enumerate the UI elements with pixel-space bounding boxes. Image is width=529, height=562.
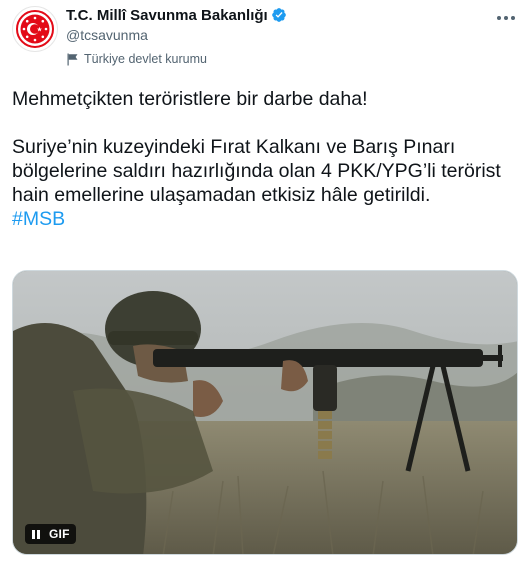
verified-badge-icon (271, 7, 287, 23)
gif-badge: GIF (49, 527, 70, 541)
affiliation-label-text: Türkiye devlet kurumu (84, 52, 207, 66)
soldier-machine-gun-image (13, 271, 517, 554)
media-controls: GIF (25, 524, 76, 544)
tweet-media-gif[interactable]: GIF (12, 270, 518, 555)
tweet-text: Mehmetçikten teröristlere bir darbe daha… (12, 87, 517, 231)
name-row: T.C. Millî Savunma Bakanlığı (66, 6, 485, 24)
affiliation-label[interactable]: Türkiye devlet kurumu (66, 51, 485, 67)
pause-icon[interactable] (25, 524, 47, 544)
ministry-emblem-icon (16, 10, 54, 48)
flag-icon (66, 53, 79, 66)
handle[interactable]: @tcsavunma (66, 27, 485, 45)
tweet-header: T.C. Millî Savunma Bakanlığı @tcsavunma … (66, 6, 485, 67)
display-name[interactable]: T.C. Millî Savunma Bakanlığı (66, 7, 268, 24)
tweet-body: Suriye’nin kuzeyindeki Fırat Kalkanı ve … (12, 136, 501, 206)
avatar[interactable] (12, 6, 58, 52)
hashtag-link[interactable]: #MSB (12, 208, 65, 230)
more-options-icon[interactable] (493, 8, 519, 28)
tweet-line-1: Mehmetçikten teröristlere bir darbe daha… (12, 88, 368, 110)
